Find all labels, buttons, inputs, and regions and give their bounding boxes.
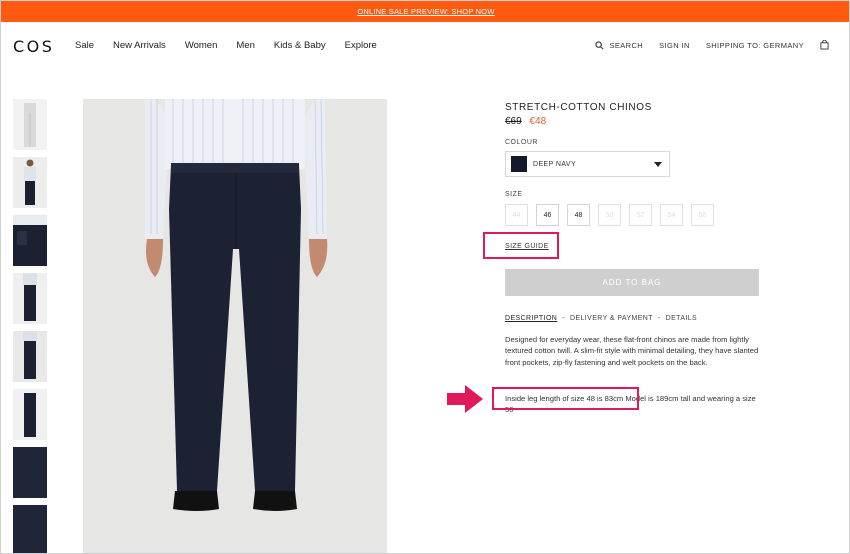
add-to-bag-button[interactable]: ADD TO BAG — [505, 269, 759, 296]
size-option-44: 44 — [505, 204, 528, 226]
shipping-label: SHIPPING TO: GERMANY — [705, 40, 804, 50]
size-options: 44 46 48 50 52 54 56 — [505, 204, 765, 226]
tab-details[interactable]: DETAILS — [666, 315, 697, 322]
tab-delivery-payment[interactable]: DELIVERY & PAYMENT — [570, 315, 653, 322]
shopping-bag-icon — [820, 40, 829, 50]
product-description: Designed for everyday wear, these flat-f… — [505, 335, 759, 367]
info-tabs: DESCRIPTION - DELIVERY & PAYMENT - DETAI… — [505, 315, 697, 322]
search-icon — [595, 40, 604, 49]
size-option-52: 52 — [629, 204, 652, 226]
arrow-right-icon — [447, 385, 483, 413]
thumbnail-5[interactable] — [13, 331, 47, 382]
brand-logo[interactable]: COS — [13, 37, 54, 56]
chevron-down-icon — [654, 162, 662, 167]
product-panel: STRETCH-COTTON CHINOS €69 €48 COLOUR DEE… — [505, 99, 765, 414]
promo-banner: ONLINE SALE PREVIEW: SHOP NOW — [1, 1, 849, 22]
thumbnail-3[interactable] — [13, 215, 47, 266]
shipping-link[interactable]: SHIPPING TO: GERMANY — [706, 41, 804, 50]
tab-separator: - — [562, 315, 565, 322]
search-link[interactable]: SEARCH — [595, 41, 643, 50]
thumbnail-gallery — [13, 99, 47, 553]
menu-item-kids-baby[interactable]: Kids & Baby — [274, 40, 326, 51]
original-price: €69 — [505, 116, 522, 127]
tab-separator: - — [657, 315, 661, 322]
menu-item-women[interactable]: Women — [185, 40, 218, 51]
search-label: SEARCH — [609, 40, 644, 50]
menu-item-sale[interactable]: Sale — [75, 40, 94, 51]
size-option-50: 50 — [598, 204, 621, 226]
signin-link[interactable]: SIGN IN — [659, 41, 690, 50]
thumbnail-4[interactable] — [13, 273, 47, 324]
size-option-56: 56 — [691, 204, 714, 226]
size-guide-highlight — [483, 232, 559, 259]
thumbnail-8[interactable] — [13, 505, 47, 553]
utility-links: SEARCH SIGN IN SHIPPING TO: GERMANY — [579, 40, 829, 50]
page-frame: ONLINE SALE PREVIEW: SHOP NOW COS Sale N… — [0, 0, 850, 554]
thumbnail-6[interactable] — [13, 389, 47, 440]
product-main-image[interactable] — [83, 99, 387, 553]
colour-value: DEEP NAVY — [533, 160, 577, 168]
size-option-54: 54 — [660, 204, 683, 226]
menu-item-explore[interactable]: Explore — [345, 40, 377, 51]
menu-item-new-arrivals[interactable]: New Arrivals — [113, 40, 166, 51]
size-option-46[interactable]: 46 — [536, 204, 559, 226]
promo-link[interactable]: ONLINE SALE PREVIEW: SHOP NOW — [357, 7, 494, 16]
top-nav: COS Sale New Arrivals Women Men Kids & B… — [1, 22, 849, 68]
tab-description[interactable]: DESCRIPTION — [505, 315, 557, 322]
menu-item-men[interactable]: Men — [236, 40, 254, 51]
sale-price: €48 — [529, 116, 547, 127]
thumbnail-7[interactable] — [13, 447, 47, 498]
price-row: €69 €48 — [505, 116, 765, 127]
colour-label: COLOUR — [505, 139, 538, 146]
size-label: SIZE — [505, 191, 523, 198]
leg-length-highlight — [492, 387, 639, 410]
thumbnail-2[interactable] — [13, 157, 47, 208]
colour-swatch — [511, 156, 527, 172]
size-option-48[interactable]: 48 — [567, 204, 590, 226]
signin-label: SIGN IN — [659, 40, 690, 50]
product-title: STRETCH-COTTON CHINOS — [505, 102, 652, 113]
colour-select[interactable]: DEEP NAVY — [505, 151, 670, 177]
thumbnail-1[interactable] — [13, 99, 47, 150]
main-menu: Sale New Arrivals Women Men Kids & Baby … — [75, 40, 396, 51]
bag-link[interactable] — [820, 40, 829, 50]
